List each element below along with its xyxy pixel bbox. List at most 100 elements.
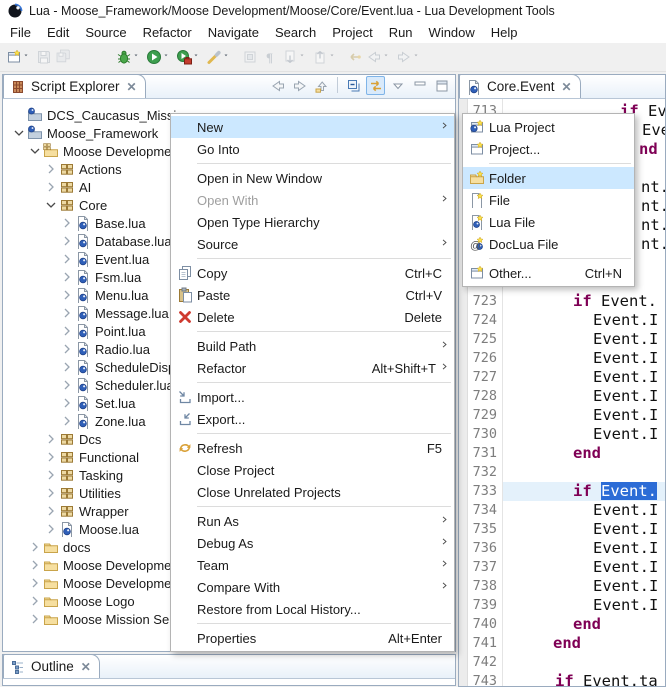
code-line-733[interactable]: 733if Event. (459, 482, 665, 501)
menu-item-close-project[interactable]: Close Project (171, 459, 454, 481)
menu-item-compare-with[interactable]: Compare With (171, 576, 454, 598)
chevron-expanded-icon[interactable] (43, 197, 59, 213)
menu-item-delete[interactable]: DeleteDelete (171, 306, 454, 328)
menu-item-open-with[interactable]: Open With (171, 189, 454, 211)
close-icon[interactable]: ✕ (562, 80, 572, 94)
menubar-item-run[interactable]: Run (381, 23, 421, 42)
save-button[interactable] (34, 45, 54, 69)
menubar-item-project[interactable]: Project (324, 23, 380, 42)
chevron-collapsed-icon[interactable] (27, 557, 43, 573)
dropdown-arrow-icon[interactable] (24, 53, 32, 61)
menu-item-project[interactable]: Project... (463, 138, 634, 160)
chevron-collapsed-icon[interactable] (59, 341, 75, 357)
minimize-button[interactable] (410, 76, 429, 95)
chevron-collapsed-icon[interactable] (59, 395, 75, 411)
forward-button[interactable] (394, 45, 424, 69)
menu-item-file[interactable]: File (463, 189, 634, 211)
menu-item-copy[interactable]: CopyCtrl+C (171, 262, 454, 284)
dropdown-arrow-icon[interactable] (194, 53, 202, 61)
code-line-730[interactable]: 730Event.I (459, 425, 665, 444)
link-with-editor-button[interactable] (366, 76, 385, 95)
menu-item-go-into[interactable]: Go Into (171, 138, 454, 160)
menubar-item-window[interactable]: Window (421, 23, 483, 42)
menu-item-open-in-new-window[interactable]: Open in New Window (171, 167, 454, 189)
chevron-collapsed-icon[interactable] (43, 503, 59, 519)
chevron-collapsed-icon[interactable] (59, 305, 75, 321)
forward-button[interactable] (290, 76, 309, 95)
tab-core-event[interactable]: Core.Event ✕ (459, 74, 581, 98)
tab-script-explorer[interactable]: Script Explorer ✕ (3, 74, 146, 98)
chevron-collapsed-icon[interactable] (43, 485, 59, 501)
chevron-collapsed-icon[interactable] (27, 575, 43, 591)
menubar-item-file[interactable]: File (2, 23, 39, 42)
code-line-728[interactable]: 728Event.I (459, 387, 665, 406)
code-line-723[interactable]: 723if Event. (459, 292, 665, 311)
menu-item-export[interactable]: Export... (171, 408, 454, 430)
menu-item-new[interactable]: New (171, 116, 454, 138)
chevron-collapsed-icon[interactable] (59, 233, 75, 249)
chevron-collapsed-icon[interactable] (59, 377, 75, 393)
run-external-button[interactable] (174, 45, 204, 69)
close-icon[interactable]: ✕ (127, 80, 137, 94)
chevron-collapsed-icon[interactable] (27, 539, 43, 555)
menu-item-run-as[interactable]: Run As (171, 510, 454, 532)
code-line-738[interactable]: 738Event.I (459, 577, 665, 596)
dropdown-arrow-icon[interactable] (330, 53, 338, 61)
chevron-collapsed-icon[interactable] (59, 287, 75, 303)
menu-item-restore-from-local-history[interactable]: Restore from Local History... (171, 598, 454, 620)
next-annotation-button[interactable] (280, 45, 310, 69)
menu-item-close-unrelated-projects[interactable]: Close Unrelated Projects (171, 481, 454, 503)
chevron-collapsed-icon[interactable] (59, 269, 75, 285)
menu-item-paste[interactable]: PasteCtrl+V (171, 284, 454, 306)
close-icon[interactable]: ✕ (81, 660, 91, 674)
show-whitespace-button[interactable]: ¶ (260, 45, 280, 69)
wand-button[interactable] (204, 45, 234, 69)
previous-annotation-button[interactable] (310, 45, 340, 69)
chevron-expanded-icon[interactable] (11, 125, 27, 141)
code-line-725[interactable]: 725Event.I (459, 330, 665, 349)
chevron-collapsed-icon[interactable] (43, 431, 59, 447)
code-line-740[interactable]: 740end (459, 615, 665, 634)
chevron-collapsed-icon[interactable] (43, 449, 59, 465)
chevron-collapsed-icon[interactable] (43, 179, 59, 195)
maximize-button[interactable] (432, 76, 451, 95)
menubar-item-help[interactable]: Help (483, 23, 526, 42)
code-line-724[interactable]: 724Event.I (459, 311, 665, 330)
mark-occurrences-button[interactable] (240, 45, 260, 69)
menu-item-lua-project[interactable]: Lua Project (463, 116, 634, 138)
chevron-collapsed-icon[interactable] (43, 467, 59, 483)
collapse-all-button[interactable] (344, 76, 363, 95)
menu-item-debug-as[interactable]: Debug As (171, 532, 454, 554)
menu-item-team[interactable]: Team (171, 554, 454, 576)
chevron-collapsed-icon[interactable] (27, 593, 43, 609)
code-line-739[interactable]: 739Event.I (459, 596, 665, 615)
save-all-button[interactable] (54, 45, 74, 69)
chevron-collapsed-icon[interactable] (43, 521, 59, 537)
menubar-item-search[interactable]: Search (267, 23, 324, 42)
menu-item-build-path[interactable]: Build Path (171, 335, 454, 357)
last-edit-location-button[interactable] (344, 45, 364, 69)
code-line-729[interactable]: 729Event.I (459, 406, 665, 425)
menubar-item-source[interactable]: Source (77, 23, 134, 42)
dropdown-arrow-icon[interactable] (134, 53, 142, 61)
back-button[interactable] (364, 45, 394, 69)
chevron-collapsed-icon[interactable] (59, 251, 75, 267)
dropdown-arrow-icon[interactable] (224, 53, 232, 61)
chevron-collapsed-icon[interactable] (27, 611, 43, 627)
dropdown-arrow-icon[interactable] (384, 53, 392, 61)
dropdown-arrow-icon[interactable] (164, 53, 172, 61)
back-button[interactable] (268, 76, 287, 95)
code-line-731[interactable]: 731end (459, 444, 665, 463)
new-wizard-button[interactable] (4, 45, 34, 69)
tab-outline[interactable]: Outline ✕ (3, 654, 100, 678)
code-line-742[interactable]: 742 (459, 653, 665, 672)
menu-item-folder[interactable]: Folder (463, 167, 634, 189)
code-line-727[interactable]: 727Event.I (459, 368, 665, 387)
menu-item-properties[interactable]: PropertiesAlt+Enter (171, 627, 454, 649)
view-menu-button[interactable] (388, 76, 407, 95)
chevron-collapsed-icon[interactable] (59, 323, 75, 339)
chevron-collapsed-icon[interactable] (59, 215, 75, 231)
menu-item-doclua-file[interactable]: @DocLua File (463, 233, 634, 255)
code-line-734[interactable]: 734Event.I (459, 501, 665, 520)
chevron-collapsed-icon[interactable] (59, 359, 75, 375)
